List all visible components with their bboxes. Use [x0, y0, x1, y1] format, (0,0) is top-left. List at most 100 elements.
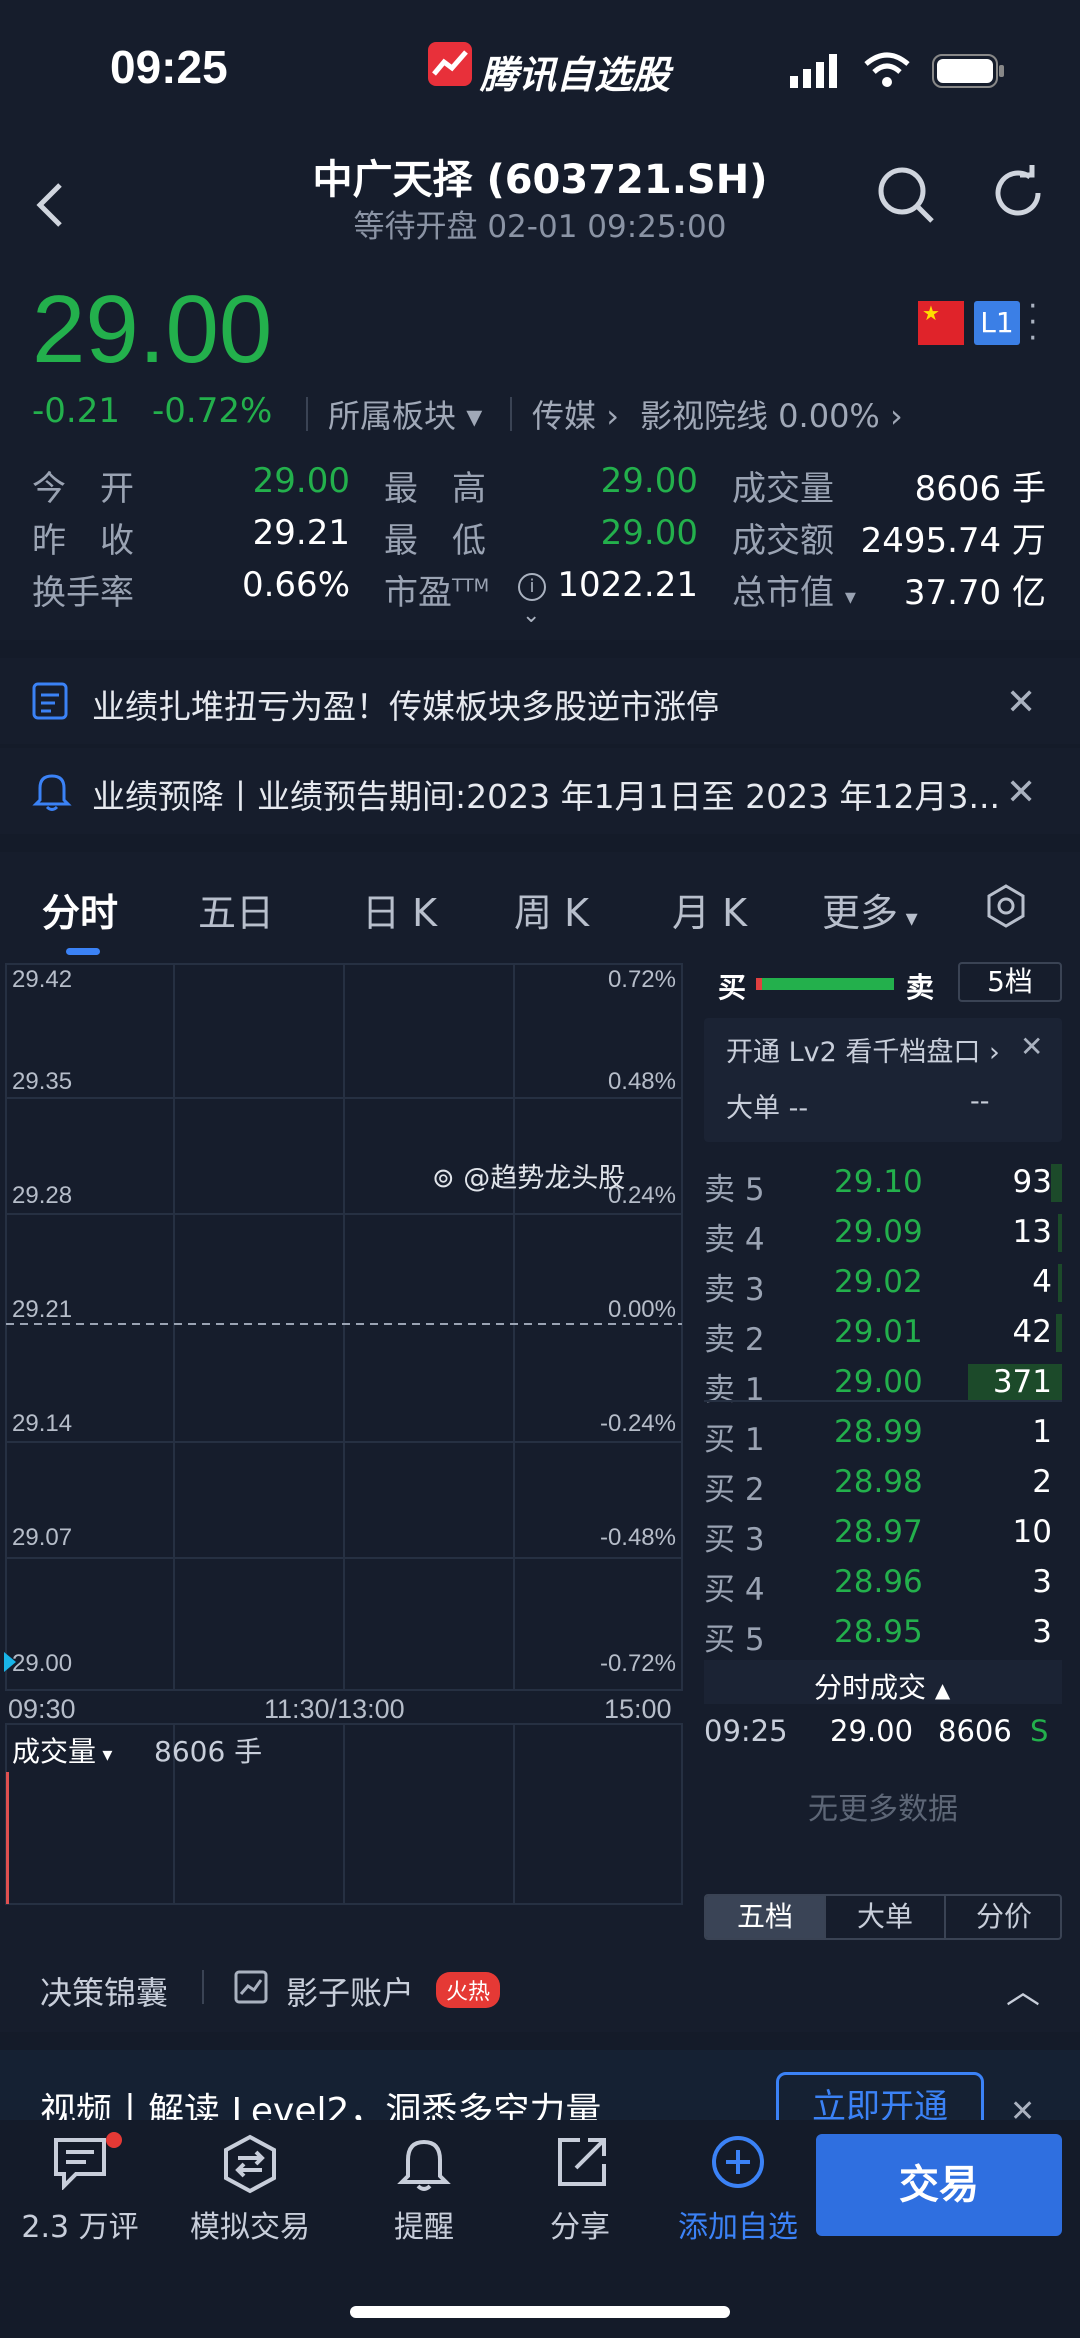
buy-sell-ratio-bar — [756, 978, 894, 990]
sector-link-2[interactable]: 影视院线 0.00% › — [640, 391, 903, 437]
tab-more[interactable]: 更多 ▾ — [822, 882, 918, 937]
turnover-rate-label: 换手率 — [32, 573, 134, 613]
bid-qty: 10 — [1012, 1514, 1052, 1550]
add-watchlist-button[interactable]: 添加自选 — [658, 2120, 818, 2260]
volume-dropdown[interactable]: 成交量 ▾ — [12, 1730, 112, 1770]
close-icon[interactable]: ✕ — [1010, 2094, 1035, 2120]
y-tick-right: -0.24% — [599, 1410, 676, 1437]
promo-banner[interactable]: 视频丨解读 Level2，洞悉多空力量 立即开通 ✕ — [0, 2050, 1080, 2120]
bid-row[interactable]: 买 4 28.96 3 — [704, 1558, 1062, 1608]
big-order-value: -- — [970, 1086, 990, 1117]
tab-daily-k[interactable]: 日 K — [362, 882, 437, 937]
tab-weekly-k[interactable]: 周 K — [514, 882, 589, 937]
ask-row[interactable]: 卖 5 29.10 93 — [704, 1158, 1062, 1208]
y-tick-right: 0.00% — [607, 1296, 676, 1323]
low-label: 最 低 — [384, 521, 486, 561]
ask-row[interactable]: 卖 4 29.09 13 — [704, 1208, 1062, 1258]
tab-five-levels[interactable]: 五档 — [706, 1896, 824, 1938]
ask-price: 29.00 — [834, 1364, 923, 1400]
bottom-nav: 2.3 万评 模拟交易 提醒 分享 添加自选 交易 — [0, 2120, 1080, 2338]
simulate-trade-button[interactable]: 模拟交易 — [170, 2120, 330, 2260]
ask-row[interactable]: 卖 2 29.01 42 — [704, 1308, 1062, 1358]
signal-icon — [790, 54, 842, 92]
bid-price: 28.96 — [834, 1564, 923, 1600]
more-icon[interactable]: · · · — [1028, 292, 1038, 354]
depth-selector[interactable]: 5档 — [958, 962, 1062, 1002]
y-tick-left: 29.07 — [12, 1524, 73, 1551]
volume-bar — [6, 1772, 9, 1904]
prev-close-value: 29.21 — [252, 513, 350, 553]
alert-banner[interactable]: 业绩预降丨业绩预告期间:2023 年1月1日至 2023 年12月3... ✕ — [0, 748, 1080, 834]
news-icon — [32, 682, 68, 724]
share-button[interactable]: 分享 — [500, 2120, 660, 2260]
sector-label: 所属板块 — [328, 397, 457, 435]
bid-row[interactable]: 买 3 28.97 10 — [704, 1508, 1062, 1558]
level-badge[interactable]: L1 — [974, 301, 1020, 345]
bid-row[interactable]: 买 5 28.95 3 — [704, 1608, 1062, 1658]
change-percent: -0.72% — [152, 391, 273, 431]
sector-dropdown[interactable]: 所属板块 ▾ — [328, 391, 482, 437]
alert-button[interactable]: 提醒 — [344, 2120, 504, 2260]
tab-five-day[interactable]: 五日 — [198, 882, 274, 937]
add-circle-icon — [710, 2134, 766, 2194]
trade-qty: 8606 — [938, 1714, 1012, 1748]
close-icon[interactable]: ✕ — [1006, 772, 1036, 813]
close-icon[interactable]: ✕ — [1006, 682, 1036, 723]
ask-label: 卖 3 — [704, 1272, 765, 1308]
open-value: 29.00 — [252, 461, 350, 501]
buy-label: 买 — [718, 971, 747, 1004]
bid-qty: 3 — [1032, 1564, 1052, 1600]
low-value: 29.00 — [600, 513, 698, 553]
decision-kit-link[interactable]: 决策锦囊 — [40, 1968, 168, 2014]
alert-text: 业绩预降丨业绩预告期间:2023 年1月1日至 2023 年12月3... — [92, 777, 1000, 816]
trades-title: 分时成交 ▲ — [814, 1671, 951, 1704]
watermark: ⊚ @趋势龙头股 — [432, 1156, 625, 1195]
ask-row[interactable]: 卖 3 29.02 4 — [704, 1258, 1062, 1308]
bid-row[interactable]: 买 2 28.98 2 — [704, 1458, 1062, 1508]
volume-amount: 8606 手 — [154, 1735, 263, 1768]
comments-button[interactable]: 2.3 万评 — [0, 2120, 160, 2260]
bid-qty: 3 — [1032, 1614, 1052, 1650]
intraday-chart[interactable] — [0, 962, 690, 1942]
tab-big-orders[interactable]: 大单 — [824, 1896, 944, 1938]
hot-badge: 火热 — [436, 1972, 501, 2008]
search-icon[interactable] — [876, 165, 936, 229]
sector-link-1[interactable]: 传媒 › — [532, 391, 619, 437]
ask-label: 卖 4 — [704, 1222, 765, 1258]
sell-label: 卖 — [906, 971, 935, 1004]
news-banner[interactable]: 业绩扎堆扭亏为盈！传媒板块多股逆市涨停 ✕ — [0, 658, 1080, 744]
collapse-chevron-icon[interactable]: ︿ — [1006, 1964, 1040, 2013]
chart-box-icon — [234, 1970, 268, 2008]
watermark-text: @趋势龙头股 — [463, 1163, 626, 1194]
expand-chevron-icon[interactable]: ⌄ — [522, 603, 540, 628]
tab-intraday[interactable]: 分时 — [42, 882, 118, 937]
lv2-promo[interactable]: 开通 Lv2 看千档盘口 › ✕ 大单 -- -- — [704, 1018, 1062, 1142]
settings-icon[interactable] — [986, 884, 1026, 932]
stock-header: 中广天择 (603721.SH) 等待开盘 02-01 09:25:00 — [0, 135, 1080, 265]
trade-button[interactable]: 交易 — [816, 2134, 1062, 2236]
ask-depth-bar — [1058, 1264, 1062, 1302]
bid-row[interactable]: 买 1 28.99 1 — [704, 1408, 1062, 1458]
trade-side: S — [1030, 1714, 1049, 1748]
refresh-icon[interactable] — [990, 165, 1046, 225]
close-icon[interactable]: ✕ — [1020, 1030, 1043, 1063]
y-tick-right: 0.72% — [607, 966, 676, 993]
ask-qty: 4 — [1032, 1264, 1052, 1300]
turnover-value: 2495.74 万 — [860, 521, 1046, 561]
tab-price-distribution[interactable]: 分价 — [944, 1896, 1060, 1938]
trade-price: 29.00 — [830, 1714, 914, 1748]
y-tick-right: 0.48% — [607, 1068, 676, 1095]
ask-depth-bar — [1056, 1314, 1062, 1352]
trades-header[interactable]: 分时成交 ▲ — [704, 1660, 1062, 1704]
sector-2: 影视院线 0.00% — [640, 397, 880, 435]
activate-button[interactable]: 立即开通 — [776, 2072, 984, 2120]
tab-monthly-k[interactable]: 月 K — [672, 882, 747, 937]
ask-label: 卖 2 — [704, 1322, 765, 1358]
chart-tabs: 分时 五日 日 K 周 K 月 K 更多 ▾ — [0, 852, 1080, 962]
trade-time: 09:25 — [704, 1714, 788, 1748]
bell-icon — [396, 2134, 452, 2198]
ask-price: 29.10 — [834, 1164, 923, 1200]
shadow-account-link[interactable]: 影子账户 — [286, 1968, 414, 2014]
market-cap-label[interactable]: 总市值 ▾ — [732, 565, 856, 614]
wifi-icon — [864, 52, 910, 92]
